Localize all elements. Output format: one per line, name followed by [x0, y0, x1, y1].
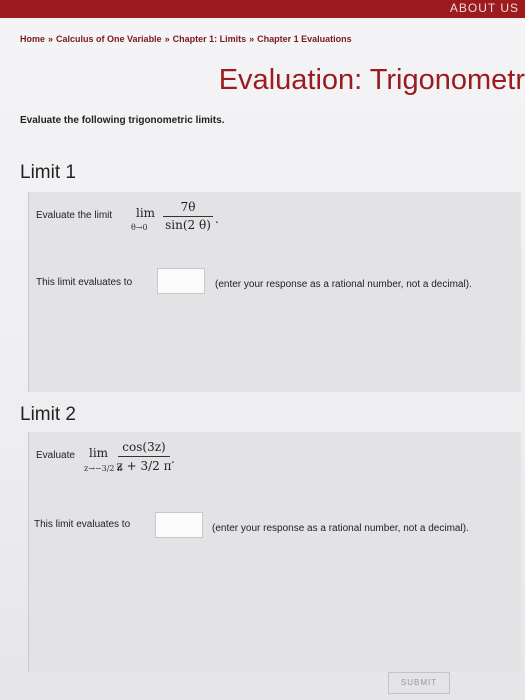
limit-1-lim-operator: lim: [136, 206, 156, 220]
limit-1-prompt: Evaluate the limit: [36, 210, 113, 221]
limit-2-answer-input[interactable]: [155, 512, 203, 538]
breadcrumb-home[interactable]: Home: [20, 34, 45, 44]
limit-1-answer-input[interactable]: [157, 268, 205, 294]
limit-1-panel: [28, 192, 521, 392]
limit-1-numerator: 7θ: [180, 200, 196, 214]
breadcrumb-course[interactable]: Calculus of One Variable: [56, 34, 162, 44]
limit-2-lim-operator: lim: [89, 446, 109, 460]
breadcrumb: Home» Calculus of One Variable» Chapter 1:…: [20, 34, 352, 44]
breadcrumb-separator: »: [164, 34, 170, 44]
limit-1-fraction-bar: [163, 216, 213, 217]
limit-1-response-note: (enter your response as a rational numbe…: [215, 279, 472, 290]
instructions-text: Evaluate the following trigonometric lim…: [20, 115, 225, 126]
breadcrumb-chapter[interactable]: Chapter 1: Limits: [173, 34, 247, 44]
limit-2-numerator: cos(3z): [122, 440, 166, 454]
limit-2-denominator: z + 3/2 π: [116, 459, 172, 473]
limit-1-header: Limit 1: [20, 162, 76, 183]
breadcrumb-evaluations[interactable]: Chapter 1 Evaluations: [257, 34, 352, 44]
top-nav-text[interactable]: ABOUT US: [450, 1, 519, 15]
limit-2-response-note: (enter your response as a rational numbe…: [212, 523, 469, 534]
limit-2-header: Limit 2: [20, 404, 76, 425]
submit-button[interactable]: SUBMIT: [388, 672, 450, 694]
top-bar: ABOUT US: [0, 0, 525, 18]
limit-2-prompt: Evaluate: [36, 450, 75, 461]
limit-2-result-label: This limit evaluates to: [34, 519, 131, 530]
limit-1-period: .: [215, 212, 219, 226]
limit-1-result-label: This limit evaluates to: [36, 277, 133, 288]
limit-2-period: .: [171, 452, 175, 466]
limit-1-lim-subscript: θ→0: [131, 223, 148, 232]
breadcrumb-separator: »: [48, 34, 54, 44]
breadcrumb-separator: »: [249, 34, 255, 44]
limit-2-fraction-bar: [118, 456, 170, 457]
page-title: Evaluation: Trigonometr: [218, 64, 525, 96]
limit-1-denominator: sin(2 θ): [165, 218, 211, 232]
